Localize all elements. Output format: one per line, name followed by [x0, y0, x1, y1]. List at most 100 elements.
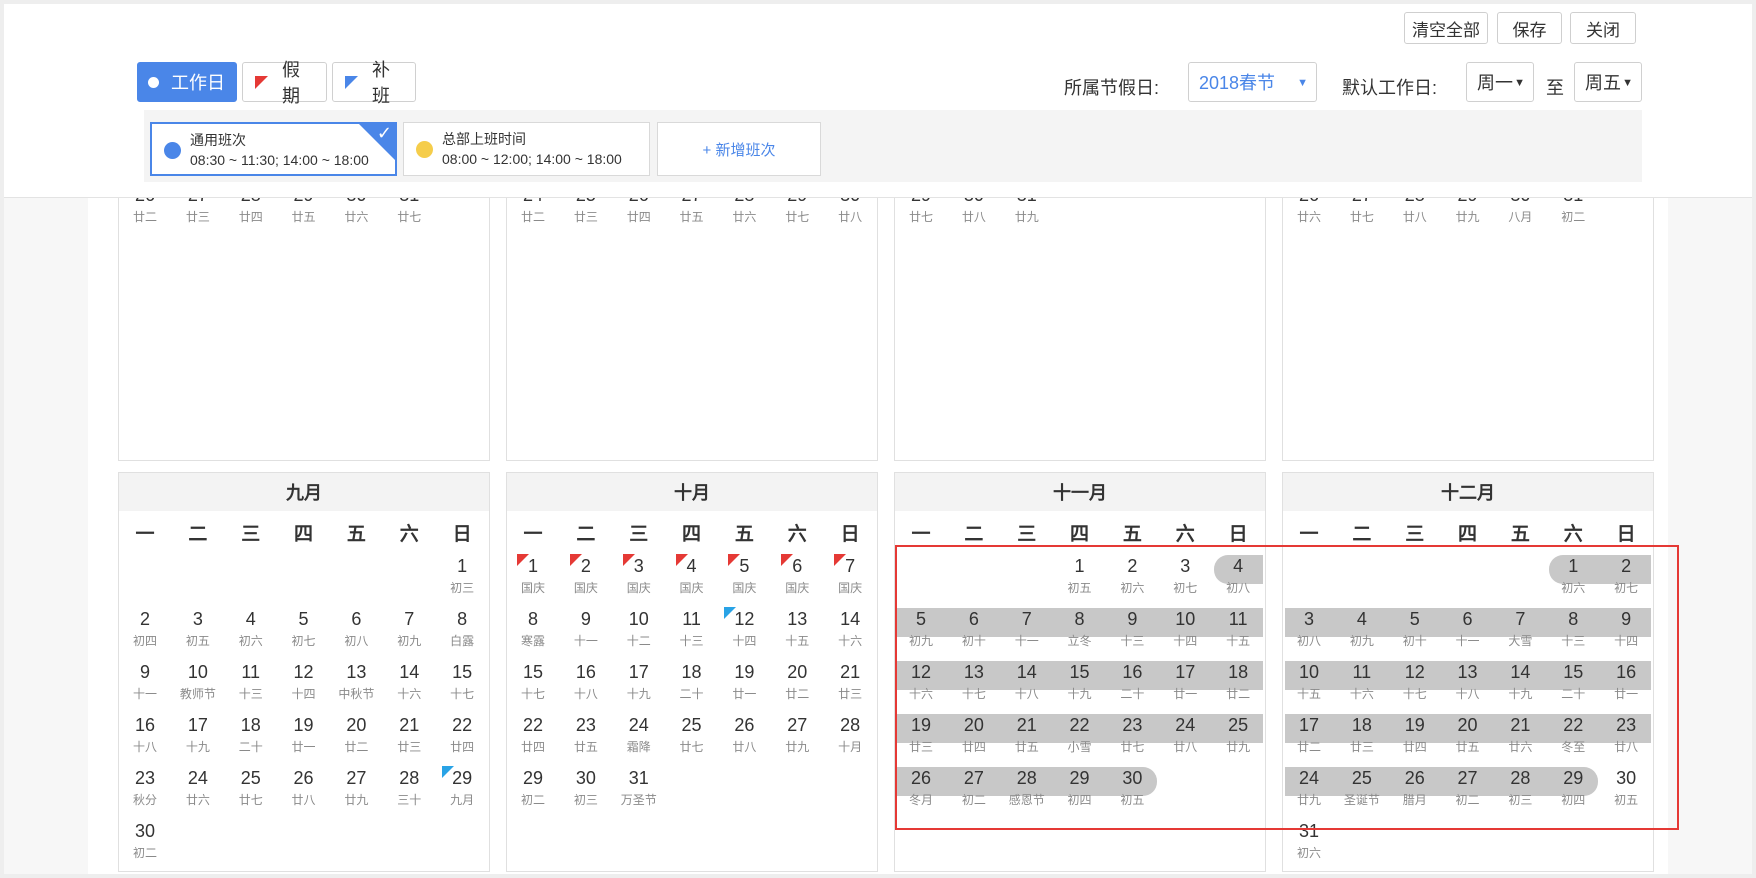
day-cell[interactable]: 28 十月 — [824, 712, 876, 765]
day-cell[interactable]: 9 十一 — [560, 606, 612, 659]
day-cell[interactable]: 7 初九 — [383, 606, 435, 659]
lunar-label: 廿九 — [1455, 210, 1480, 224]
day-cell[interactable]: 19 廿一 — [278, 712, 330, 765]
day-cell[interactable]: 2 国庆 — [560, 553, 612, 606]
day-cell[interactable]: 21 廿三 — [383, 712, 435, 765]
day-cell[interactable]: 19 廿一 — [718, 659, 770, 712]
day-number: 9 — [580, 609, 591, 629]
day-cell[interactable]: 30 初三 — [560, 765, 612, 818]
holiday-flag-icon — [781, 554, 794, 566]
workday-to-select[interactable]: 周五 ▼ — [1574, 62, 1642, 102]
close-button[interactable]: 关闭 — [1570, 12, 1636, 44]
day-cell[interactable]: 20 廿二 — [771, 659, 823, 712]
day-cell[interactable]: 3 初五 — [172, 606, 224, 659]
day-cell[interactable]: 29 九月 — [436, 765, 488, 818]
day-number: 7 — [845, 556, 856, 576]
day-cell[interactable]: 26 廿八 — [718, 712, 770, 765]
day-cell[interactable]: 1 国庆 — [507, 553, 559, 606]
day-number: 11 — [241, 662, 261, 682]
day-cell[interactable]: 6 国庆 — [771, 553, 823, 606]
day-cell[interactable]: 10 教师节 — [172, 659, 224, 712]
day-cell[interactable]: 5 初七 — [278, 606, 330, 659]
lunar-label: 廿七 — [397, 210, 422, 224]
day-cell[interactable]: 8 白露 — [436, 606, 488, 659]
day-cell[interactable]: 13 中秋节 — [330, 659, 382, 712]
add-shift-button[interactable]: + 新增班次 — [657, 122, 821, 176]
day-cell[interactable]: 17 十九 — [172, 712, 224, 765]
day-cell[interactable]: 9 十一 — [119, 659, 171, 712]
holiday-label: 假期 — [282, 60, 300, 106]
day-cell[interactable]: 22 廿四 — [507, 712, 559, 765]
day-cell[interactable]: 18 二十 — [666, 659, 718, 712]
day-cell[interactable]: 24 霜降 — [613, 712, 665, 765]
day-cell[interactable]: 10 十二 — [613, 606, 665, 659]
holiday-flag-icon — [622, 554, 635, 566]
day-cell[interactable]: 23 廿五 — [560, 712, 612, 765]
lunar-label: 国庆 — [573, 581, 598, 595]
day-cell[interactable]: 15 十七 — [507, 659, 559, 712]
day-cell[interactable]: 6 初八 — [330, 606, 382, 659]
day-cell[interactable]: 23 秋分 — [119, 765, 171, 818]
blue-flag-icon — [345, 75, 358, 89]
lunar-label: 初四 — [132, 634, 157, 648]
lunar-label: 初六 — [238, 634, 263, 648]
day-cell[interactable]: 2 初四 — [119, 606, 171, 659]
day-cell[interactable]: 14 十六 — [383, 659, 435, 712]
day-cell[interactable]: 14 十六 — [824, 606, 876, 659]
day-cell[interactable]: 22 廿四 — [436, 712, 488, 765]
day-cell[interactable]: 16 十八 — [119, 712, 171, 765]
day-cell[interactable]: 5 国庆 — [718, 553, 770, 606]
makeup-type-button[interactable]: 补班 — [332, 60, 416, 106]
day-cell[interactable]: 18 二十 — [225, 712, 277, 765]
day-cell[interactable]: 17 十九 — [613, 659, 665, 712]
lunar-label: 二十 — [238, 740, 263, 754]
day-cell[interactable]: 27 廿九 — [771, 712, 823, 765]
day-cell[interactable]: 27 廿九 — [330, 765, 382, 818]
day-cell[interactable]: 15 十七 — [436, 659, 488, 712]
lunar-label: 霜降 — [626, 740, 651, 754]
day-cell[interactable]: 4 国庆 — [666, 553, 718, 606]
lunar-label: 十二 — [626, 634, 651, 648]
day-cell[interactable]: 13 十五 — [771, 606, 823, 659]
day-cell[interactable]: 7 国庆 — [824, 553, 876, 606]
day-cell[interactable]: 8 寒露 — [507, 606, 559, 659]
day-cell[interactable]: 12 十四 — [718, 606, 770, 659]
lunar-label: 廿九 — [785, 740, 810, 754]
day-cell[interactable]: 4 初六 — [225, 606, 277, 659]
day-cell[interactable]: 25 廿七 — [666, 712, 718, 765]
day-cell[interactable]: 31 万圣节 — [613, 765, 665, 818]
save-button[interactable]: 保存 — [1497, 12, 1562, 44]
day-cell[interactable]: 20 廿二 — [330, 712, 382, 765]
lunar-label: 廿一 — [732, 687, 757, 701]
day-cell[interactable]: 11 十三 — [225, 659, 277, 712]
day-cell[interactable]: 16 十八 — [560, 659, 612, 712]
day-cell[interactable]: 29 初二 — [507, 765, 559, 818]
day-number: 10 — [187, 662, 208, 682]
lunar-label: 初六 — [1296, 846, 1321, 860]
holiday-type-button[interactable]: 假期 — [242, 60, 327, 106]
day-number: 28 — [399, 768, 420, 788]
lunar-label: 教师节 — [179, 687, 216, 701]
day-number: 9 — [139, 662, 150, 682]
day-cell[interactable]: 1 初三 — [436, 553, 488, 606]
day-cell[interactable]: 12 十四 — [278, 659, 330, 712]
shift-card-hq[interactable]: 总部上班时间 08:00 ~ 12:00; 14:00 ~ 18:00 — [403, 122, 650, 176]
clear-all-button[interactable]: 清空全部 — [1404, 12, 1488, 44]
weekday-header: 六 — [399, 524, 419, 545]
workday-from-select[interactable]: 周一 ▼ — [1466, 62, 1534, 102]
day-cell[interactable]: 26 廿八 — [278, 765, 330, 818]
day-cell[interactable]: 30 初二 — [119, 818, 171, 871]
day-cell[interactable]: 21 廿三 — [824, 659, 876, 712]
workday-type-button[interactable]: 工作日 — [137, 62, 237, 102]
day-cell[interactable]: 3 国庆 — [613, 553, 665, 606]
month-title: 十月 — [507, 473, 877, 511]
day-cell[interactable]: 25 廿七 — [225, 765, 277, 818]
day-cell[interactable]: 11 十三 — [666, 606, 718, 659]
shift-name: 总部上班时间 — [442, 131, 526, 147]
day-cell[interactable]: 24 廿六 — [172, 765, 224, 818]
shift-card-general[interactable]: 通用班次 08:30 ~ 11:30; 14:00 ~ 18:00 ✓ — [150, 122, 397, 176]
holiday-select[interactable]: 2018春节 ▼ — [1188, 62, 1317, 102]
lunar-label: 廿二 — [344, 740, 369, 754]
makeup-flag-icon — [724, 607, 737, 619]
day-cell[interactable]: 28 三十 — [383, 765, 435, 818]
